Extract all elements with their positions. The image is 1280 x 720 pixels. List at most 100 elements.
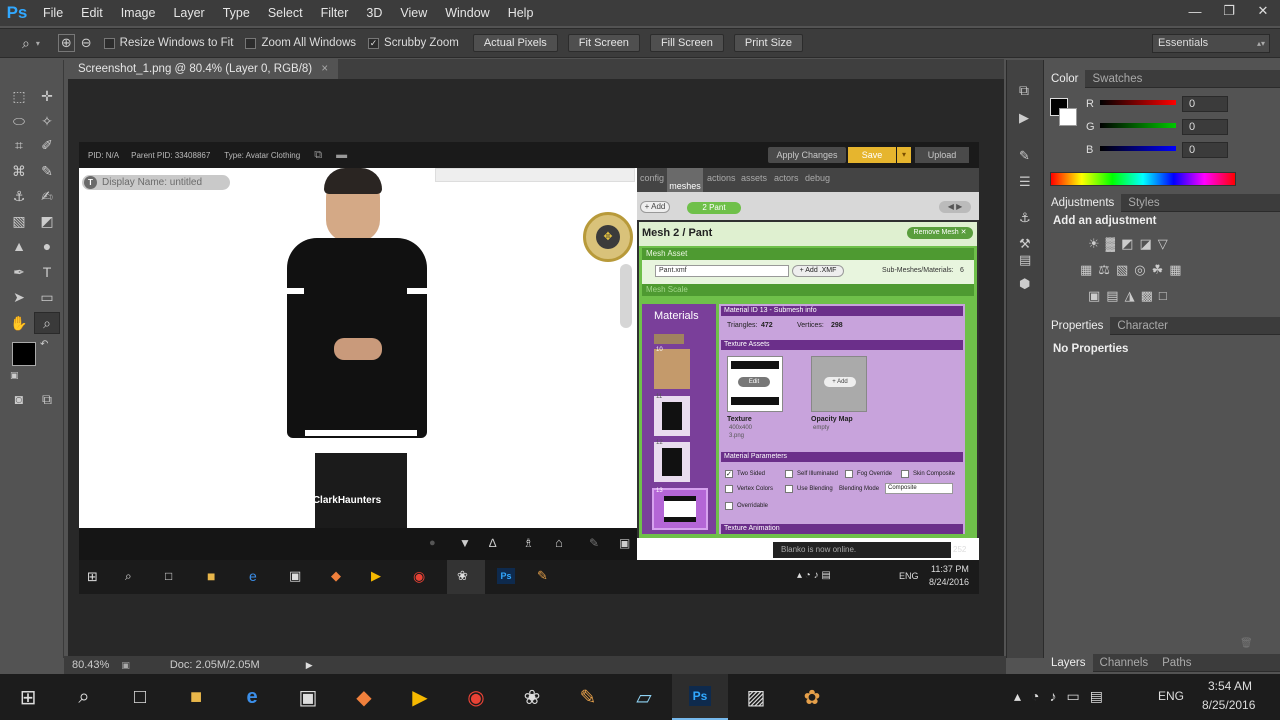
g-slider[interactable] [1100,123,1176,128]
menu-layer[interactable]: Layer [164,0,213,26]
color-lookup-icon[interactable]: ▦ [1169,262,1187,277]
imvu-icon[interactable]: ❀ [504,674,560,720]
zoom-all-checkbox[interactable]: Zoom All Windows [245,37,356,49]
windows-start-icon[interactable]: ⊞ [0,674,56,720]
rectangle-tool-icon[interactable]: ▭ [34,286,60,308]
tab-debug[interactable]: debug [805,173,830,183]
workspace-select[interactable]: Essentials ▴▾ [1152,34,1270,53]
two-sided-checkbox[interactable]: ✓ [725,470,733,478]
g-value[interactable]: 0 [1182,119,1228,135]
close-button[interactable]: ✕ [1246,0,1280,22]
home-icon[interactable]: ⌂ [555,535,563,550]
actual-pixels-button[interactable]: Actual Pixels [472,34,558,52]
photo-filter-icon[interactable]: ◎ [1134,262,1151,277]
move-tool-icon[interactable]: ✛ [34,85,60,107]
paragraph-icon[interactable]: ▤ [1019,252,1031,268]
edge-icon[interactable]: e [224,674,280,720]
restore-button[interactable]: ❐ [1212,0,1246,22]
channel-mixer-icon[interactable]: ☘ [1152,262,1170,277]
status-info-icon[interactable]: ▣ [121,660,130,671]
r-slider[interactable] [1100,100,1176,105]
tab-layers[interactable]: Layers [1044,653,1093,672]
healing-brush-icon[interactable]: ⌘ [6,160,32,182]
menu-file[interactable]: File [34,0,72,26]
default-colors-icon[interactable]: ▣ [10,370,19,381]
fit-screen-button[interactable]: Fit Screen [567,34,640,52]
dropdown-arrow-icon[interactable]: ▾ [36,39,40,48]
color-spectrum[interactable] [1050,172,1236,186]
status-menu-arrow-icon[interactable]: ▶ [306,660,313,671]
blur-tool-icon[interactable]: ▲ [6,235,32,257]
tab-actors[interactable]: actors [774,173,799,183]
exposure-icon[interactable]: ◪ [1139,236,1157,251]
actions-icon[interactable]: ▶ [1019,110,1029,126]
store-icon[interactable]: ▣ [280,674,336,720]
pen-tool-icon[interactable]: ✒ [6,261,32,283]
texture-thumb[interactable]: Edit [727,356,783,412]
glyphs-icon[interactable]: ⬢ [1019,276,1030,292]
document-tab[interactable]: Screenshot_1.png @ 80.4% (Layer 0, RGB/8… [68,59,339,79]
mesh-scroll-arrows[interactable]: ◀ ▶ [939,201,971,213]
paint-icon[interactable]: ✎ [560,674,616,720]
b-value[interactable]: 0 [1182,142,1228,158]
eyedropper-icon[interactable]: ✐ [34,134,60,156]
scrubby-zoom-checkbox[interactable]: ✓ Scrubby Zoom [368,37,459,49]
gradient-map-icon[interactable]: ▩ [1141,288,1159,303]
file-explorer-icon[interactable]: ■ [168,674,224,720]
zoom-level[interactable]: 80.43% [72,659,109,671]
pose-icon[interactable]: ♗ [523,536,534,550]
tab-color[interactable]: Color [1044,69,1086,88]
material-thumb[interactable]: 11 [654,394,690,436]
invert-icon[interactable]: ▣ [1088,288,1106,303]
material-thumb[interactable] [654,334,684,344]
fill-screen-button[interactable]: Fill Screen [649,34,724,52]
remove-mesh-button[interactable]: Remove Mesh ✕ [907,227,973,239]
apply-changes-button[interactable]: Apply Changes [768,147,846,163]
menu-window[interactable]: Window [436,0,498,26]
tab-channels[interactable]: Channels [1093,654,1156,672]
black-white-icon[interactable]: ▧ [1116,262,1134,277]
resize-windows-checkbox[interactable]: Resize Windows to Fit [103,37,233,49]
chat-icon[interactable]: ● [429,537,436,549]
office-app-icon[interactable]: ◆ [336,674,392,720]
opacity-map-thumb[interactable]: + Add [811,356,867,412]
camera-icon[interactable]: ▣ [619,536,630,550]
self-illuminated-checkbox[interactable] [785,470,793,478]
avatar-stage[interactable]: T Display Name: untitled ✥ ClarkHaunters [79,168,637,528]
history-icon[interactable]: ⧉ [1019,82,1029,99]
vertex-colors-checkbox[interactable] [725,485,733,493]
upload-button[interactable]: Upload [915,147,969,163]
type-tool-icon[interactable]: T [34,261,60,283]
crop-tool-icon[interactable]: ⌗ [6,134,32,156]
blending-mode-select[interactable]: Composite [885,483,953,494]
media-player-icon[interactable]: ▶ [392,674,448,720]
display-name-field[interactable]: T Display Name: untitled [82,175,230,190]
marquee-tool-icon[interactable]: ⬚ [6,85,32,107]
tab-swatches[interactable]: Swatches [1085,70,1149,88]
tab-actions[interactable]: actions [707,173,736,183]
path-select-icon[interactable]: ➤ [6,286,32,308]
save-button[interactable]: Save [848,147,896,163]
eraser-tool-icon[interactable]: ▧ [6,210,32,232]
color-balance-icon[interactable]: ⚖ [1098,262,1116,277]
trash-icon[interactable]: 🗑 [1240,638,1253,649]
hand-tool-icon[interactable]: ✋ [6,312,32,334]
menu-help[interactable]: Help [499,0,543,26]
tool-presets-icon[interactable]: ⚒ [1019,236,1031,252]
fog-override-checkbox[interactable] [845,470,853,478]
shirt-icon[interactable]: ▼ [459,536,471,550]
save-dropdown-icon[interactable]: ▾ [897,147,911,163]
menu-view[interactable]: View [391,0,436,26]
tab-paths[interactable]: Paths [1155,654,1198,672]
b-slider[interactable] [1100,146,1176,151]
tab-assets[interactable]: assets [741,173,767,183]
magic-wand-icon[interactable]: ✧ [34,110,60,132]
zoom-slider[interactable] [620,264,632,328]
overridable-checkbox[interactable] [725,502,733,510]
menu-edit[interactable]: Edit [72,0,112,26]
close-icon[interactable]: × [321,63,328,75]
brightness-icon[interactable]: ☀ [1088,236,1106,251]
skin-composite-checkbox[interactable] [901,470,909,478]
movie-maker-icon[interactable]: ▨ [728,674,784,720]
material-thumb-selected[interactable]: 13 [652,488,708,530]
